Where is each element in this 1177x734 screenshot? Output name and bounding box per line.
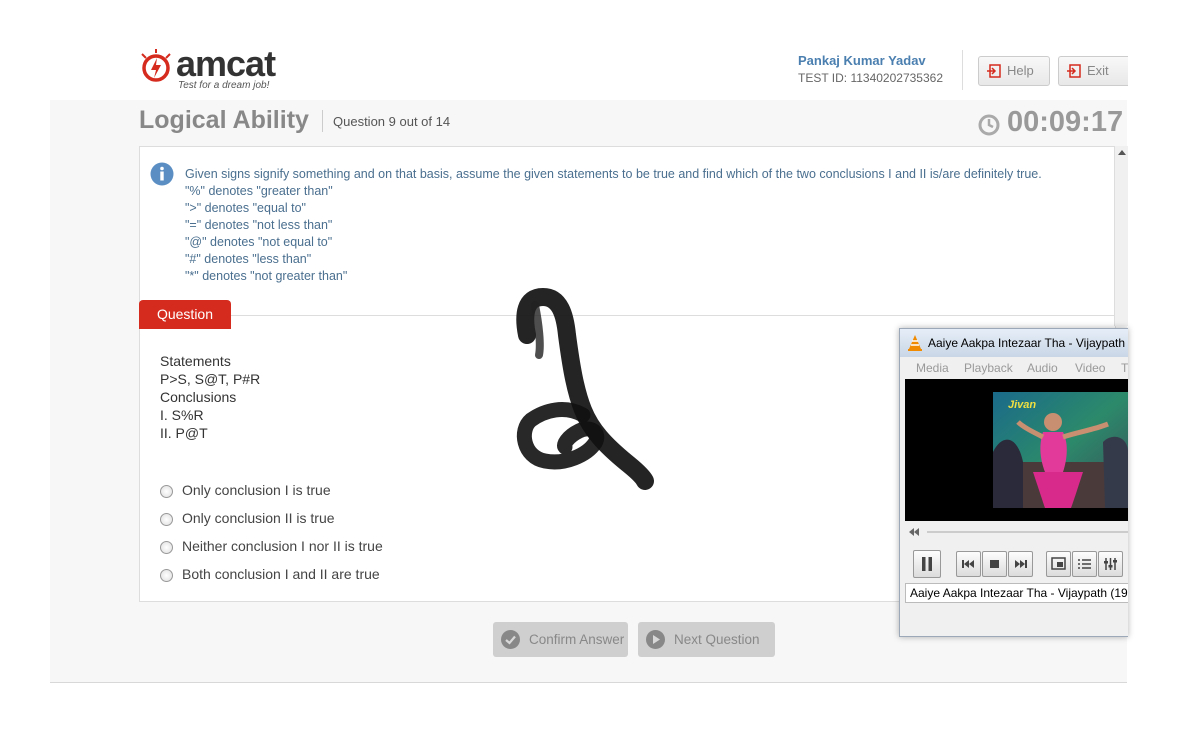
instruction-line: "*" denotes "not greater than" (185, 269, 348, 283)
vlc-menu-tools[interactable]: T (1121, 361, 1128, 375)
vlc-cone-icon (908, 335, 922, 351)
play-circle-icon (646, 630, 665, 649)
question-line: Statements (160, 353, 231, 369)
question-line: I. S%R (160, 407, 204, 423)
help-icon (987, 64, 1001, 78)
help-label: Help (1007, 63, 1034, 78)
next-question-button[interactable]: Next Question (638, 622, 775, 657)
option-label: Both conclusion I and II are true (182, 566, 380, 582)
question-line: P>S, S@T, P#R (160, 371, 261, 387)
equalizer-icon (1104, 558, 1117, 570)
confirm-answer-button[interactable]: Confirm Answer (493, 622, 628, 657)
video-caption: Jivan (1008, 399, 1037, 411)
confirm-answer-label: Confirm Answer (529, 632, 625, 647)
next-question-label: Next Question (674, 632, 760, 647)
exit-icon (1067, 64, 1081, 78)
vlc-pause-button[interactable] (913, 550, 941, 578)
skip-previous-icon (962, 560, 974, 568)
vlc-next-button[interactable] (1008, 551, 1033, 577)
option-label: Only conclusion II is true (182, 510, 335, 526)
option-label: Neither conclusion I nor II is true (182, 538, 383, 554)
vlc-title-bar[interactable]: Aaiye Aakpa Intezaar Tha - Vijaypath (900, 329, 1128, 357)
instruction-line: "#" denotes "less than" (185, 252, 312, 266)
vlc-status-bar: Aaiye Aakpa Intezaar Tha - Vijaypath (19… (905, 583, 1128, 603)
vlc-previous-button[interactable] (956, 551, 981, 577)
fullscreen-icon (1051, 557, 1066, 570)
info-icon (150, 162, 174, 186)
help-button[interactable]: Help (978, 56, 1050, 86)
clock-icon (978, 114, 1000, 136)
vlc-menu-video[interactable]: Video (1075, 361, 1105, 375)
vlc-playlist-button[interactable] (1072, 551, 1097, 577)
vlc-menu-bar: Media Playback Audio Video T (905, 359, 1128, 377)
pause-icon (922, 557, 932, 571)
vlc-equalizer-button[interactable] (1098, 551, 1123, 577)
vlc-menu-audio[interactable]: Audio (1027, 361, 1058, 375)
stop-icon (990, 560, 999, 568)
logo-bulb-icon (141, 49, 171, 82)
vlc-fullscreen-button[interactable] (1046, 551, 1071, 577)
scrollbar[interactable] (1114, 146, 1128, 326)
vlc-title: Aaiye Aakpa Intezaar Tha - Vijaypath (928, 336, 1126, 350)
ink-scribble (516, 288, 654, 490)
skip-next-icon (1015, 560, 1027, 568)
question-text: Statements P>S, S@T, P#R Conclusions I. … (160, 352, 260, 442)
vlc-status-text: Aaiye Aakpa Intezaar Tha - Vijaypath (19… (910, 586, 1128, 600)
exit-label: Exit (1087, 63, 1109, 78)
instruction-line: ">" denotes "equal to" (185, 201, 306, 215)
logo-text: amcat (176, 43, 276, 84)
user-name: Pankaj Kumar Yadav (798, 53, 926, 68)
instruction-line: "=" denotes "not less than" (185, 218, 333, 232)
question-count: Question 9 out of 14 (333, 114, 451, 129)
timer: 00:09:17 (1007, 106, 1124, 138)
vlc-menu-playback[interactable]: Playback (964, 361, 1013, 375)
vlc-stop-button[interactable] (982, 551, 1007, 577)
radio-button[interactable] (160, 513, 173, 526)
instruction-line: Given signs signify something and on tha… (185, 167, 1042, 181)
question-line: Conclusions (160, 389, 237, 405)
playlist-icon (1078, 559, 1091, 569)
vlc-video-area[interactable]: Jivan (905, 379, 1128, 521)
section-title: Logical Ability (139, 106, 309, 134)
logo-tagline: Test for a dream job! (178, 80, 270, 91)
question-line: II. P@T (160, 425, 208, 441)
question-tab: Question (139, 300, 231, 329)
instructions: Given signs signify something and on tha… (185, 166, 1042, 285)
vlc-menu-media[interactable]: Media (916, 361, 949, 375)
radio-button[interactable] (160, 485, 173, 498)
check-circle-icon (501, 630, 520, 649)
instruction-line: "@" denotes "not equal to" (185, 235, 333, 249)
scroll-up-arrow-icon[interactable] (1118, 150, 1126, 155)
radio-button[interactable] (160, 569, 173, 582)
exit-button[interactable]: Exit (1058, 56, 1128, 86)
radio-button[interactable] (160, 541, 173, 554)
header-divider (962, 50, 963, 90)
question-divider (231, 315, 1114, 316)
vlc-window[interactable]: Aaiye Aakpa Intezaar Tha - Vijaypath Med… (899, 328, 1128, 637)
title-divider (322, 110, 323, 132)
vlc-seek-bar[interactable] (905, 525, 1128, 539)
instruction-line: "%" denotes "greater than" (185, 184, 333, 198)
test-id: TEST ID: 11340202735362 (798, 71, 943, 85)
option-label: Only conclusion I is true (182, 482, 331, 498)
